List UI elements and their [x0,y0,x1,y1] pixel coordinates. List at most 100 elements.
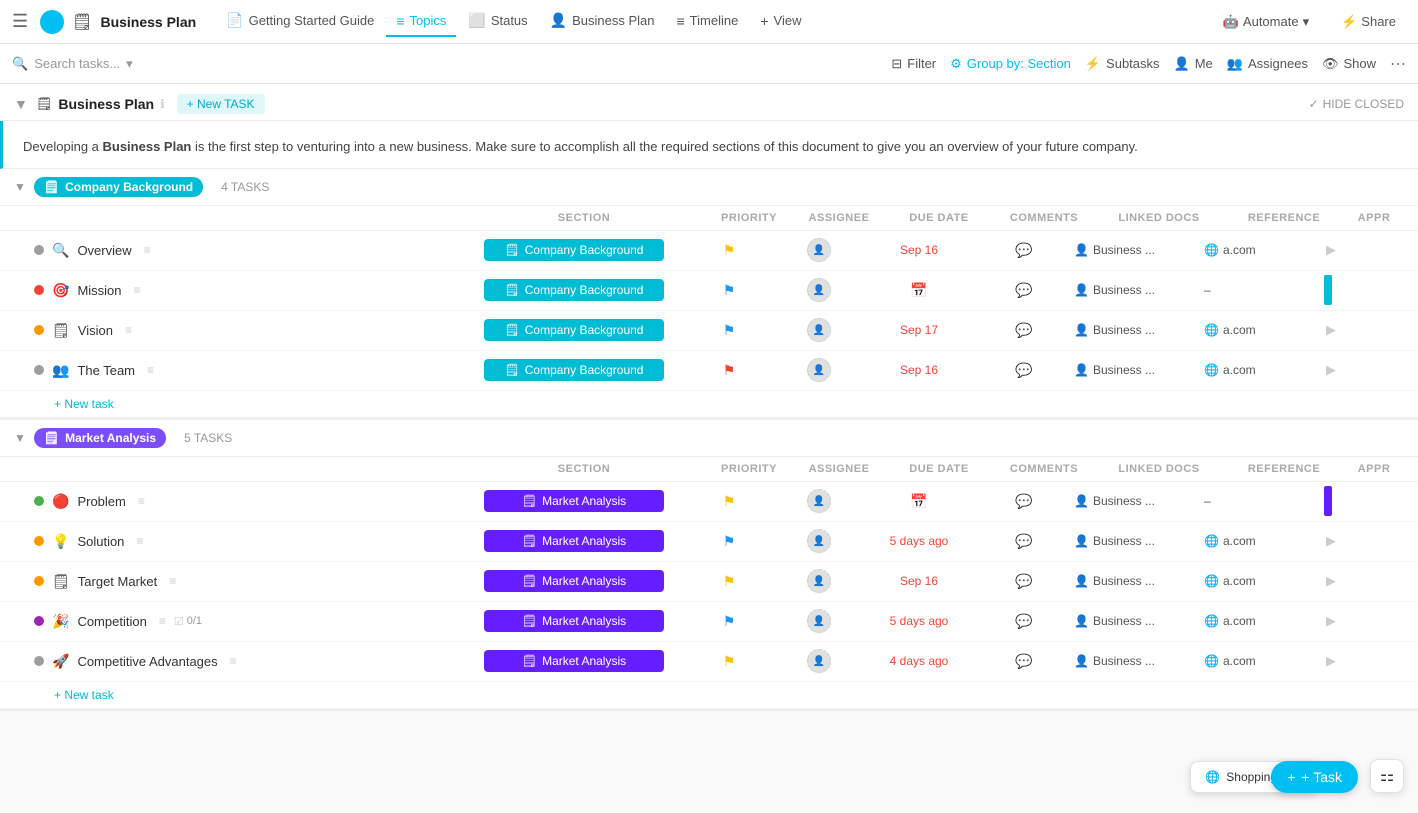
section-badge-team[interactable]: 🗒 Company Background [484,359,664,381]
linked-doc-mission[interactable]: 👤 Business ... [1074,283,1204,297]
priority-overview[interactable]: ⚑ [684,242,774,259]
me-button[interactable]: 👤 Me [1174,56,1213,72]
subtasks-button[interactable]: ⚡ Subtasks [1085,56,1160,72]
task-name-problem[interactable]: Problem [77,494,125,509]
task-name-vision[interactable]: Vision [78,323,113,338]
reference-team[interactable]: 🌐 a.com [1204,363,1324,377]
section-badge-overview[interactable]: 🗒 Company Background [484,239,664,261]
section-badge-competition[interactable]: 🗒 Market Analysis [484,610,664,632]
section-badge-target[interactable]: 🗒 Market Analysis [484,570,664,592]
tab-timeline[interactable]: ≡ Timeline [667,7,749,37]
section-badge-vision[interactable]: 🗒 Company Background [484,319,664,341]
reference-vision[interactable]: 🌐 a.com [1204,323,1324,337]
market-analysis-tag[interactable]: 🗒 Market Analysis [34,428,166,448]
scroll-btn-mission[interactable] [1324,275,1332,305]
priority-solution[interactable]: ⚑ [684,533,774,550]
share-button[interactable]: ⚡ Share [1331,9,1406,35]
assignee-target[interactable]: 👤 [774,569,864,593]
task-name-team[interactable]: The Team [77,363,135,378]
linked-doc-problem[interactable]: 👤 Business ... [1074,494,1204,508]
comment-solution[interactable]: 💬 [974,533,1074,550]
priority-ca[interactable]: ⚑ [684,653,774,670]
new-task-row-ma[interactable]: + New task [0,682,1418,709]
add-task-button[interactable]: + + Task [1271,761,1358,793]
linked-doc-competition[interactable]: 👤 Business ... [1074,614,1204,628]
collapse-market-analysis[interactable]: ▼ [14,431,26,445]
grid-dots-button[interactable]: ⚏ [1370,759,1404,793]
comment-overview[interactable]: 💬 [974,242,1074,259]
linked-doc-vision[interactable]: 👤 Business ... [1074,323,1204,337]
comment-problem[interactable]: 💬 [974,493,1074,510]
assignee-competition[interactable]: 👤 [774,609,864,633]
new-task-row-cb[interactable]: + New task [0,391,1418,418]
tab-view[interactable]: + View [750,7,811,37]
company-background-tag[interactable]: 🗒 Company Background [34,177,203,197]
drag-handle-target[interactable]: ≡ [169,574,176,588]
task-name-overview[interactable]: Overview [77,243,131,258]
scroll-btn-solution[interactable]: ▶ [1324,533,1338,549]
drag-handle-team[interactable]: ≡ [147,363,154,377]
assignee-solution[interactable]: 👤 [774,529,864,553]
drag-handle-problem[interactable]: ≡ [138,494,145,508]
hamburger-icon[interactable]: ☰ [12,11,28,32]
section-badge-solution[interactable]: 🗒 Market Analysis [484,530,664,552]
assignee-problem[interactable]: 👤 [774,489,864,513]
priority-mission[interactable]: ⚑ [684,282,774,299]
scroll-btn-competition[interactable]: ▶ [1324,613,1338,629]
priority-vision[interactable]: ⚑ [684,322,774,339]
tab-business-plan[interactable]: 👤 Business Plan [540,6,665,37]
reference-ca[interactable]: 🌐 a.com [1204,654,1324,668]
drag-handle-competition[interactable]: ≡ [159,614,166,628]
drag-handle-overview[interactable]: ≡ [144,243,151,257]
tab-topics[interactable]: ≡ Topics [386,7,456,37]
section-badge-problem[interactable]: 🗒 Market Analysis [484,490,664,512]
assignee-ca[interactable]: 👤 [774,649,864,673]
linked-doc-ca[interactable]: 👤 Business ... [1074,654,1204,668]
scroll-btn-ca[interactable]: ▶ [1324,653,1338,669]
priority-team[interactable]: ⚑ [684,362,774,379]
assignee-team[interactable]: 👤 [774,358,864,382]
comment-vision[interactable]: 💬 [974,322,1074,339]
collapse-business-plan[interactable]: ▼ [14,96,28,112]
new-task-button[interactable]: + New TASK [177,94,265,114]
drag-handle-solution[interactable]: ≡ [136,534,143,548]
linked-doc-overview[interactable]: 👤 Business ... [1074,243,1204,257]
section-badge-ca[interactable]: 🗒 Market Analysis [484,650,664,672]
search-box[interactable]: 🔍 Search tasks... ▾ [12,56,133,72]
reference-competition[interactable]: 🌐 a.com [1204,614,1324,628]
show-button[interactable]: 👁 Show [1322,56,1376,72]
priority-competition[interactable]: ⚑ [684,613,774,630]
comment-team[interactable]: 💬 [974,362,1074,379]
more-options-icon[interactable]: ⋯ [1390,54,1406,74]
assignee-mission[interactable]: 👤 [774,278,864,302]
reference-solution[interactable]: 🌐 a.com [1204,534,1324,548]
comment-mission[interactable]: 💬 [974,282,1074,299]
scroll-btn-target[interactable]: ▶ [1324,573,1338,589]
linked-doc-solution[interactable]: 👤 Business ... [1074,534,1204,548]
reference-overview[interactable]: 🌐 a.com [1204,243,1324,257]
comment-ca[interactable]: 💬 [974,653,1074,670]
priority-problem[interactable]: ⚑ [684,493,774,510]
task-name-competition[interactable]: Competition [77,614,146,629]
assignee-vision[interactable]: 👤 [774,318,864,342]
scroll-btn-problem[interactable] [1324,486,1332,516]
linked-doc-team[interactable]: 👤 Business ... [1074,363,1204,377]
scroll-btn-team[interactable]: ▶ [1324,362,1338,378]
comment-target[interactable]: 💬 [974,573,1074,590]
collapse-company-background[interactable]: ▼ [14,180,26,194]
reference-target[interactable]: 🌐 a.com [1204,574,1324,588]
assignee-overview[interactable]: 👤 [774,238,864,262]
filter-button[interactable]: ⊟ Filter [891,56,936,72]
priority-target[interactable]: ⚑ [684,573,774,590]
hide-closed-button[interactable]: ✓ HIDE CLOSED [1309,97,1404,111]
group-by-button[interactable]: ⚙ Group by: Section [950,56,1071,72]
tab-getting-started[interactable]: 📄 Getting Started Guide [216,6,384,37]
drag-handle-mission[interactable]: ≡ [134,283,141,297]
task-name-ca[interactable]: Competitive Advantages [77,654,217,669]
drag-handle-vision[interactable]: ≡ [125,323,132,337]
scroll-btn-vision[interactable]: ▶ [1324,322,1338,338]
linked-doc-target[interactable]: 👤 Business ... [1074,574,1204,588]
assignees-button[interactable]: 👥 Assignees [1227,56,1308,72]
comment-competition[interactable]: 💬 [974,613,1074,630]
task-name-target[interactable]: Target Market [78,574,157,589]
